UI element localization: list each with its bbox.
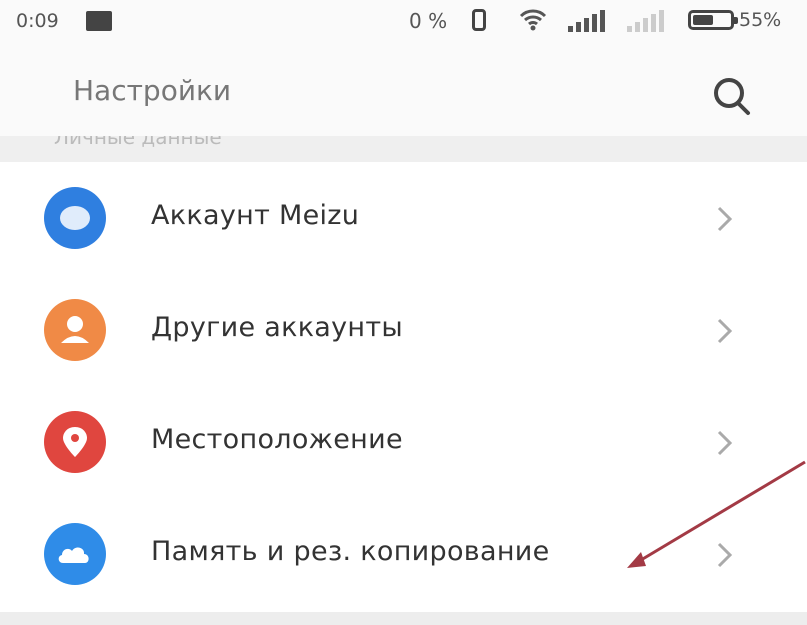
chevron-right-icon [717, 206, 733, 232]
person-icon [44, 299, 106, 361]
settings-item-label: Память и рез. копирование [151, 536, 550, 567]
status-time: 0:09 [16, 10, 59, 32]
location-pin-icon [44, 411, 106, 473]
settings-item-location[interactable]: Местоположение [0, 386, 807, 498]
settings-item-label: Местоположение [151, 424, 403, 455]
settings-item-other-accounts[interactable]: Другие аккаунты [0, 274, 807, 386]
battery-tip [734, 17, 738, 24]
meizu-account-icon [44, 187, 106, 249]
cloud-icon [44, 523, 106, 585]
settings-item-label: Аккаунт Meizu [151, 200, 360, 231]
section-header: Личные данные [0, 136, 807, 162]
signal-icon [568, 10, 605, 32]
app-header: Настройки [0, 46, 807, 136]
settings-list: Аккаунт Meizu Другие аккаунты Местополож… [0, 162, 807, 612]
settings-item-label: Другие аккаунты [151, 312, 404, 343]
settings-item-storage-backup[interactable]: Память и рез. копирование [0, 498, 807, 610]
settings-item-meizu-account[interactable]: Аккаунт Meizu [0, 162, 807, 274]
search-icon[interactable] [707, 72, 757, 122]
battery-icon [688, 10, 738, 30]
chevron-right-icon [717, 542, 733, 568]
vibrate-icon [472, 9, 486, 31]
page-title: Настройки [73, 74, 232, 107]
bottom-edge [0, 612, 807, 625]
signal-icon-sim2 [627, 10, 664, 32]
chevron-right-icon [717, 430, 733, 456]
battery-percent: 55% [739, 9, 782, 31]
status-bar: 0:09 0 % 55% [0, 0, 807, 46]
chevron-right-icon [717, 318, 733, 344]
image-icon [86, 11, 112, 31]
battery-fill [693, 15, 713, 25]
section-label: Личные данные [54, 136, 222, 149]
data-speed: 0 % [409, 9, 448, 33]
wifi-icon [519, 9, 547, 31]
